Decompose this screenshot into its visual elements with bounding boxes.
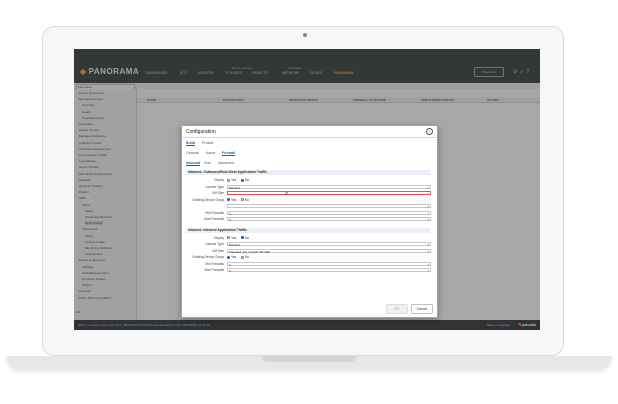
subtab-azure[interactable]: Azure: [206, 151, 215, 155]
radio-label: No: [245, 197, 250, 202]
chevron-down-icon: ▾: [427, 205, 429, 209]
radio-dot-icon: [227, 255, 230, 259]
field-label: Deploy: [214, 178, 224, 182]
radio-dot-icon: [241, 255, 244, 259]
radio-label: No: [245, 178, 250, 182]
select-value: Standard_D3_v2 (FW VM 300): [229, 249, 271, 254]
paloalto-logo: ◥ paloalto: [518, 322, 536, 327]
chevron-down-icon: ▾: [427, 243, 429, 247]
select-field[interactable]: 2 ▾: [227, 210, 431, 216]
radio-no[interactable]: No: [241, 236, 249, 240]
field-label: Max Firewalls: [204, 217, 224, 221]
radio-label: No: [245, 235, 250, 240]
radio-dot-icon: [241, 198, 244, 202]
chevron-down-icon: ▾: [427, 249, 429, 254]
inner-tab-hub[interactable]: Hub: [204, 161, 211, 165]
field-label: Existing Device Group: [192, 197, 224, 202]
select-field[interactable]: 3 ▾: [227, 268, 431, 273]
select-field[interactable]: 2 ▾: [227, 261, 431, 267]
select-value: 2: [229, 262, 231, 267]
paloalto-logo-icon: ◥: [517, 322, 521, 327]
mouse-cursor-icon: ➚: [284, 191, 289, 197]
radio-yes[interactable]: Yes: [227, 178, 236, 182]
select-value: 2: [229, 211, 231, 216]
radio-yes[interactable]: Yes: [227, 236, 236, 240]
ok-button[interactable]: OK: [386, 304, 408, 314]
section-header: Inbound, Inbound Application Traffic: [186, 227, 431, 233]
chevron-down-icon: ▾: [427, 185, 429, 190]
radio-no[interactable]: No: [241, 198, 249, 202]
subtab-firewall[interactable]: Firewall: [222, 151, 236, 156]
chevron-down-icon: ▾: [427, 269, 429, 273]
field-label: VM Size: [212, 191, 224, 195]
radio-dot-icon: [227, 178, 230, 182]
radio-dot-icon: [227, 236, 230, 240]
field-label: License Type: [205, 184, 224, 189]
select-value: 3: [229, 269, 231, 273]
dialog-title: Configuration: [186, 129, 216, 135]
radio-label: Yes: [231, 178, 237, 182]
radio-label: No: [245, 255, 250, 259]
inner-tab-advanced[interactable]: Advanced: [218, 161, 234, 165]
laptop-screen: ◆ PANORAMA DASHBOARD ACC MONITOR Device G…: [74, 49, 540, 330]
field-label: Min Firewalls: [205, 210, 224, 215]
radio-yes[interactable]: Yes: [227, 255, 236, 259]
radio-label: Yes: [231, 235, 237, 240]
select-field[interactable]: 3 ▾: [227, 217, 431, 222]
field-label: Max Firewalls: [204, 268, 224, 272]
chevron-down-icon: ▾: [427, 192, 429, 196]
select-value: Bundle2: [229, 185, 241, 190]
field-label: License Type: [205, 242, 224, 246]
session-info: admin | Logout | Last Login Time: 05/06/…: [78, 323, 210, 327]
select-value: 3: [229, 218, 231, 222]
tab-protect[interactable]: Protect: [202, 141, 213, 145]
field-label: Min Firewalls: [205, 261, 224, 266]
inner-tab-inbound[interactable]: Inbound: [186, 161, 201, 166]
laptop-notch: [262, 356, 356, 362]
divider: [182, 137, 437, 138]
select-value: Bundle2: [229, 243, 241, 247]
cancel-button[interactable]: Cancel: [411, 304, 433, 314]
radio-no[interactable]: No: [241, 178, 249, 182]
radio-dot-icon: [241, 178, 244, 182]
radio-no[interactable]: No: [241, 255, 249, 259]
radio-label: Yes: [231, 197, 237, 202]
chevron-down-icon: ▾: [427, 211, 429, 216]
select-field[interactable]: ▾: [227, 191, 431, 196]
webcam-dot: [303, 33, 307, 37]
field-label: VM Size: [212, 248, 224, 253]
select-field[interactable]: Standard_D3_v2 (FW VM 300) ▾: [227, 248, 431, 254]
field-label: Deploy: [214, 235, 224, 240]
subtab-general[interactable]: General: [186, 151, 199, 155]
section-header: Inbound, Outbound/East-West Application …: [186, 170, 431, 175]
select-field[interactable]: Bundle2 ▾: [227, 184, 431, 190]
status-bar: admin | Logout | Last Login Time: 05/06/…: [74, 320, 540, 330]
brand-text: paloalto: [521, 322, 536, 327]
radio-label: Yes: [231, 255, 237, 259]
chevron-down-icon: ▾: [427, 218, 429, 222]
select-field[interactable]: Bundle2 ▾: [227, 242, 431, 247]
help-icon[interactable]: ?: [426, 128, 433, 135]
field-label: Existing Device Group: [192, 255, 224, 259]
radio-dot-icon: [241, 236, 244, 240]
radio-yes[interactable]: Yes: [227, 198, 236, 202]
tasks-language[interactable]: Tasks | Language: [487, 323, 510, 327]
tab-build[interactable]: Build: [186, 141, 195, 146]
radio-dot-icon: [227, 198, 230, 202]
configuration-dialog: Configuration ? Build Protect General Az…: [181, 125, 438, 318]
chevron-down-icon: ▾: [427, 262, 429, 267]
select-field[interactable]: ▾: [227, 204, 431, 209]
